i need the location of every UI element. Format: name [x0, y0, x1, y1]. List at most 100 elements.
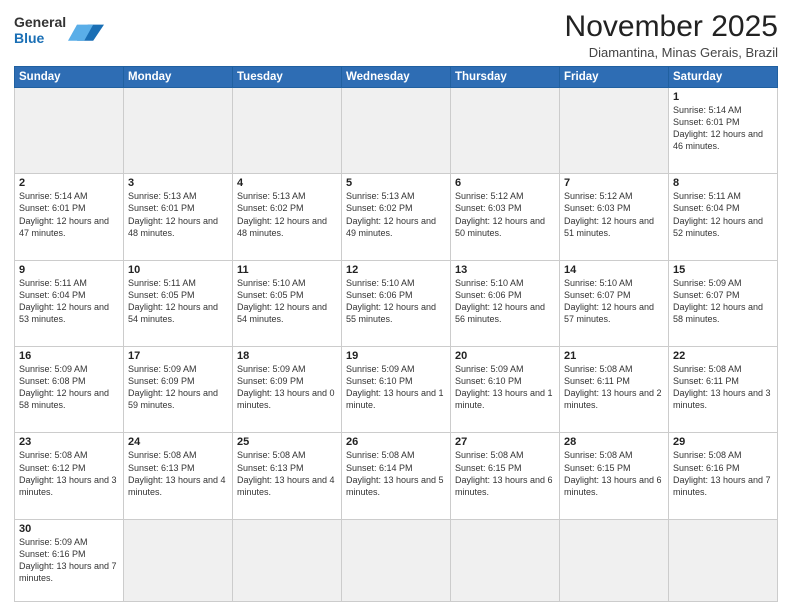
day-cell: 14Sunrise: 5:10 AMSunset: 6:07 PMDayligh… — [560, 260, 669, 346]
day-number: 4 — [237, 177, 337, 189]
day-info: Sunrise: 5:12 AMSunset: 6:03 PMDaylight:… — [455, 190, 555, 239]
day-info: Sunrise: 5:11 AMSunset: 6:04 PMDaylight:… — [673, 190, 773, 239]
week-row-5: 23Sunrise: 5:08 AMSunset: 6:12 PMDayligh… — [15, 433, 778, 519]
day-number: 17 — [128, 350, 228, 362]
day-info: Sunrise: 5:10 AMSunset: 6:06 PMDaylight:… — [455, 277, 555, 326]
day-number: 28 — [564, 436, 664, 448]
day-cell: 2Sunrise: 5:14 AMSunset: 6:01 PMDaylight… — [15, 174, 124, 260]
day-cell — [669, 519, 778, 601]
week-row-6: 30Sunrise: 5:09 AMSunset: 6:16 PMDayligh… — [15, 519, 778, 601]
day-cell: 18Sunrise: 5:09 AMSunset: 6:09 PMDayligh… — [233, 347, 342, 433]
day-number: 11 — [237, 264, 337, 276]
logo: General Blue — [14, 14, 104, 46]
day-info: Sunrise: 5:08 AMSunset: 6:13 PMDaylight:… — [128, 449, 228, 498]
day-info: Sunrise: 5:09 AMSunset: 6:10 PMDaylight:… — [346, 363, 446, 412]
day-number: 1 — [673, 91, 773, 103]
logo-icon — [68, 15, 104, 45]
day-number: 14 — [564, 264, 664, 276]
day-info: Sunrise: 5:13 AMSunset: 6:02 PMDaylight:… — [237, 190, 337, 239]
day-cell: 6Sunrise: 5:12 AMSunset: 6:03 PMDaylight… — [451, 174, 560, 260]
day-cell — [451, 88, 560, 174]
day-cell — [560, 519, 669, 601]
header: General Blue November 2025 Diamantina, M… — [14, 10, 778, 60]
col-header-sunday: Sunday — [15, 67, 124, 88]
day-number: 8 — [673, 177, 773, 189]
day-cell — [342, 519, 451, 601]
day-number: 23 — [19, 436, 119, 448]
day-cell: 5Sunrise: 5:13 AMSunset: 6:02 PMDaylight… — [342, 174, 451, 260]
title-block: November 2025 Diamantina, Minas Gerais, … — [565, 10, 778, 60]
day-cell: 17Sunrise: 5:09 AMSunset: 6:09 PMDayligh… — [124, 347, 233, 433]
day-number: 21 — [564, 350, 664, 362]
day-info: Sunrise: 5:09 AMSunset: 6:08 PMDaylight:… — [19, 363, 119, 412]
day-number: 2 — [19, 177, 119, 189]
day-cell: 15Sunrise: 5:09 AMSunset: 6:07 PMDayligh… — [669, 260, 778, 346]
day-cell: 23Sunrise: 5:08 AMSunset: 6:12 PMDayligh… — [15, 433, 124, 519]
day-info: Sunrise: 5:08 AMSunset: 6:14 PMDaylight:… — [346, 449, 446, 498]
day-number: 13 — [455, 264, 555, 276]
calendar-header-row: SundayMondayTuesdayWednesdayThursdayFrid… — [15, 67, 778, 88]
day-cell: 1Sunrise: 5:14 AMSunset: 6:01 PMDaylight… — [669, 88, 778, 174]
day-info: Sunrise: 5:13 AMSunset: 6:02 PMDaylight:… — [346, 190, 446, 239]
day-info: Sunrise: 5:09 AMSunset: 6:09 PMDaylight:… — [237, 363, 337, 412]
day-info: Sunrise: 5:08 AMSunset: 6:15 PMDaylight:… — [455, 449, 555, 498]
day-number: 18 — [237, 350, 337, 362]
day-info: Sunrise: 5:10 AMSunset: 6:07 PMDaylight:… — [564, 277, 664, 326]
day-cell — [560, 88, 669, 174]
month-title: November 2025 — [565, 10, 778, 43]
day-info: Sunrise: 5:10 AMSunset: 6:05 PMDaylight:… — [237, 277, 337, 326]
day-cell: 19Sunrise: 5:09 AMSunset: 6:10 PMDayligh… — [342, 347, 451, 433]
day-info: Sunrise: 5:11 AMSunset: 6:05 PMDaylight:… — [128, 277, 228, 326]
day-number: 20 — [455, 350, 555, 362]
week-row-1: 1Sunrise: 5:14 AMSunset: 6:01 PMDaylight… — [15, 88, 778, 174]
day-cell — [15, 88, 124, 174]
day-cell — [451, 519, 560, 601]
calendar: SundayMondayTuesdayWednesdayThursdayFrid… — [14, 66, 778, 602]
day-info: Sunrise: 5:08 AMSunset: 6:11 PMDaylight:… — [564, 363, 664, 412]
day-cell: 3Sunrise: 5:13 AMSunset: 6:01 PMDaylight… — [124, 174, 233, 260]
subtitle: Diamantina, Minas Gerais, Brazil — [565, 45, 778, 60]
col-header-friday: Friday — [560, 67, 669, 88]
week-row-2: 2Sunrise: 5:14 AMSunset: 6:01 PMDaylight… — [15, 174, 778, 260]
day-cell: 7Sunrise: 5:12 AMSunset: 6:03 PMDaylight… — [560, 174, 669, 260]
col-header-tuesday: Tuesday — [233, 67, 342, 88]
day-cell: 22Sunrise: 5:08 AMSunset: 6:11 PMDayligh… — [669, 347, 778, 433]
day-cell: 26Sunrise: 5:08 AMSunset: 6:14 PMDayligh… — [342, 433, 451, 519]
week-row-4: 16Sunrise: 5:09 AMSunset: 6:08 PMDayligh… — [15, 347, 778, 433]
day-cell: 20Sunrise: 5:09 AMSunset: 6:10 PMDayligh… — [451, 347, 560, 433]
day-number: 30 — [19, 523, 119, 535]
day-number: 7 — [564, 177, 664, 189]
logo-text: General — [14, 14, 66, 30]
day-info: Sunrise: 5:14 AMSunset: 6:01 PMDaylight:… — [19, 190, 119, 239]
day-info: Sunrise: 5:08 AMSunset: 6:12 PMDaylight:… — [19, 449, 119, 498]
day-info: Sunrise: 5:08 AMSunset: 6:11 PMDaylight:… — [673, 363, 773, 412]
day-cell: 16Sunrise: 5:09 AMSunset: 6:08 PMDayligh… — [15, 347, 124, 433]
day-cell: 12Sunrise: 5:10 AMSunset: 6:06 PMDayligh… — [342, 260, 451, 346]
day-number: 3 — [128, 177, 228, 189]
day-cell: 21Sunrise: 5:08 AMSunset: 6:11 PMDayligh… — [560, 347, 669, 433]
day-cell: 29Sunrise: 5:08 AMSunset: 6:16 PMDayligh… — [669, 433, 778, 519]
col-header-wednesday: Wednesday — [342, 67, 451, 88]
day-info: Sunrise: 5:09 AMSunset: 6:07 PMDaylight:… — [673, 277, 773, 326]
day-info: Sunrise: 5:09 AMSunset: 6:10 PMDaylight:… — [455, 363, 555, 412]
day-info: Sunrise: 5:10 AMSunset: 6:06 PMDaylight:… — [346, 277, 446, 326]
col-header-thursday: Thursday — [451, 67, 560, 88]
col-header-monday: Monday — [124, 67, 233, 88]
day-number: 6 — [455, 177, 555, 189]
day-info: Sunrise: 5:08 AMSunset: 6:16 PMDaylight:… — [673, 449, 773, 498]
day-info: Sunrise: 5:13 AMSunset: 6:01 PMDaylight:… — [128, 190, 228, 239]
day-cell — [342, 88, 451, 174]
day-cell — [233, 88, 342, 174]
day-number: 26 — [346, 436, 446, 448]
day-cell: 8Sunrise: 5:11 AMSunset: 6:04 PMDaylight… — [669, 174, 778, 260]
day-cell: 4Sunrise: 5:13 AMSunset: 6:02 PMDaylight… — [233, 174, 342, 260]
logo-blue: Blue — [14, 30, 66, 46]
day-number: 29 — [673, 436, 773, 448]
day-number: 25 — [237, 436, 337, 448]
day-info: Sunrise: 5:08 AMSunset: 6:13 PMDaylight:… — [237, 449, 337, 498]
day-info: Sunrise: 5:09 AMSunset: 6:09 PMDaylight:… — [128, 363, 228, 412]
day-number: 22 — [673, 350, 773, 362]
day-cell: 10Sunrise: 5:11 AMSunset: 6:05 PMDayligh… — [124, 260, 233, 346]
day-cell: 30Sunrise: 5:09 AMSunset: 6:16 PMDayligh… — [15, 519, 124, 601]
day-number: 16 — [19, 350, 119, 362]
